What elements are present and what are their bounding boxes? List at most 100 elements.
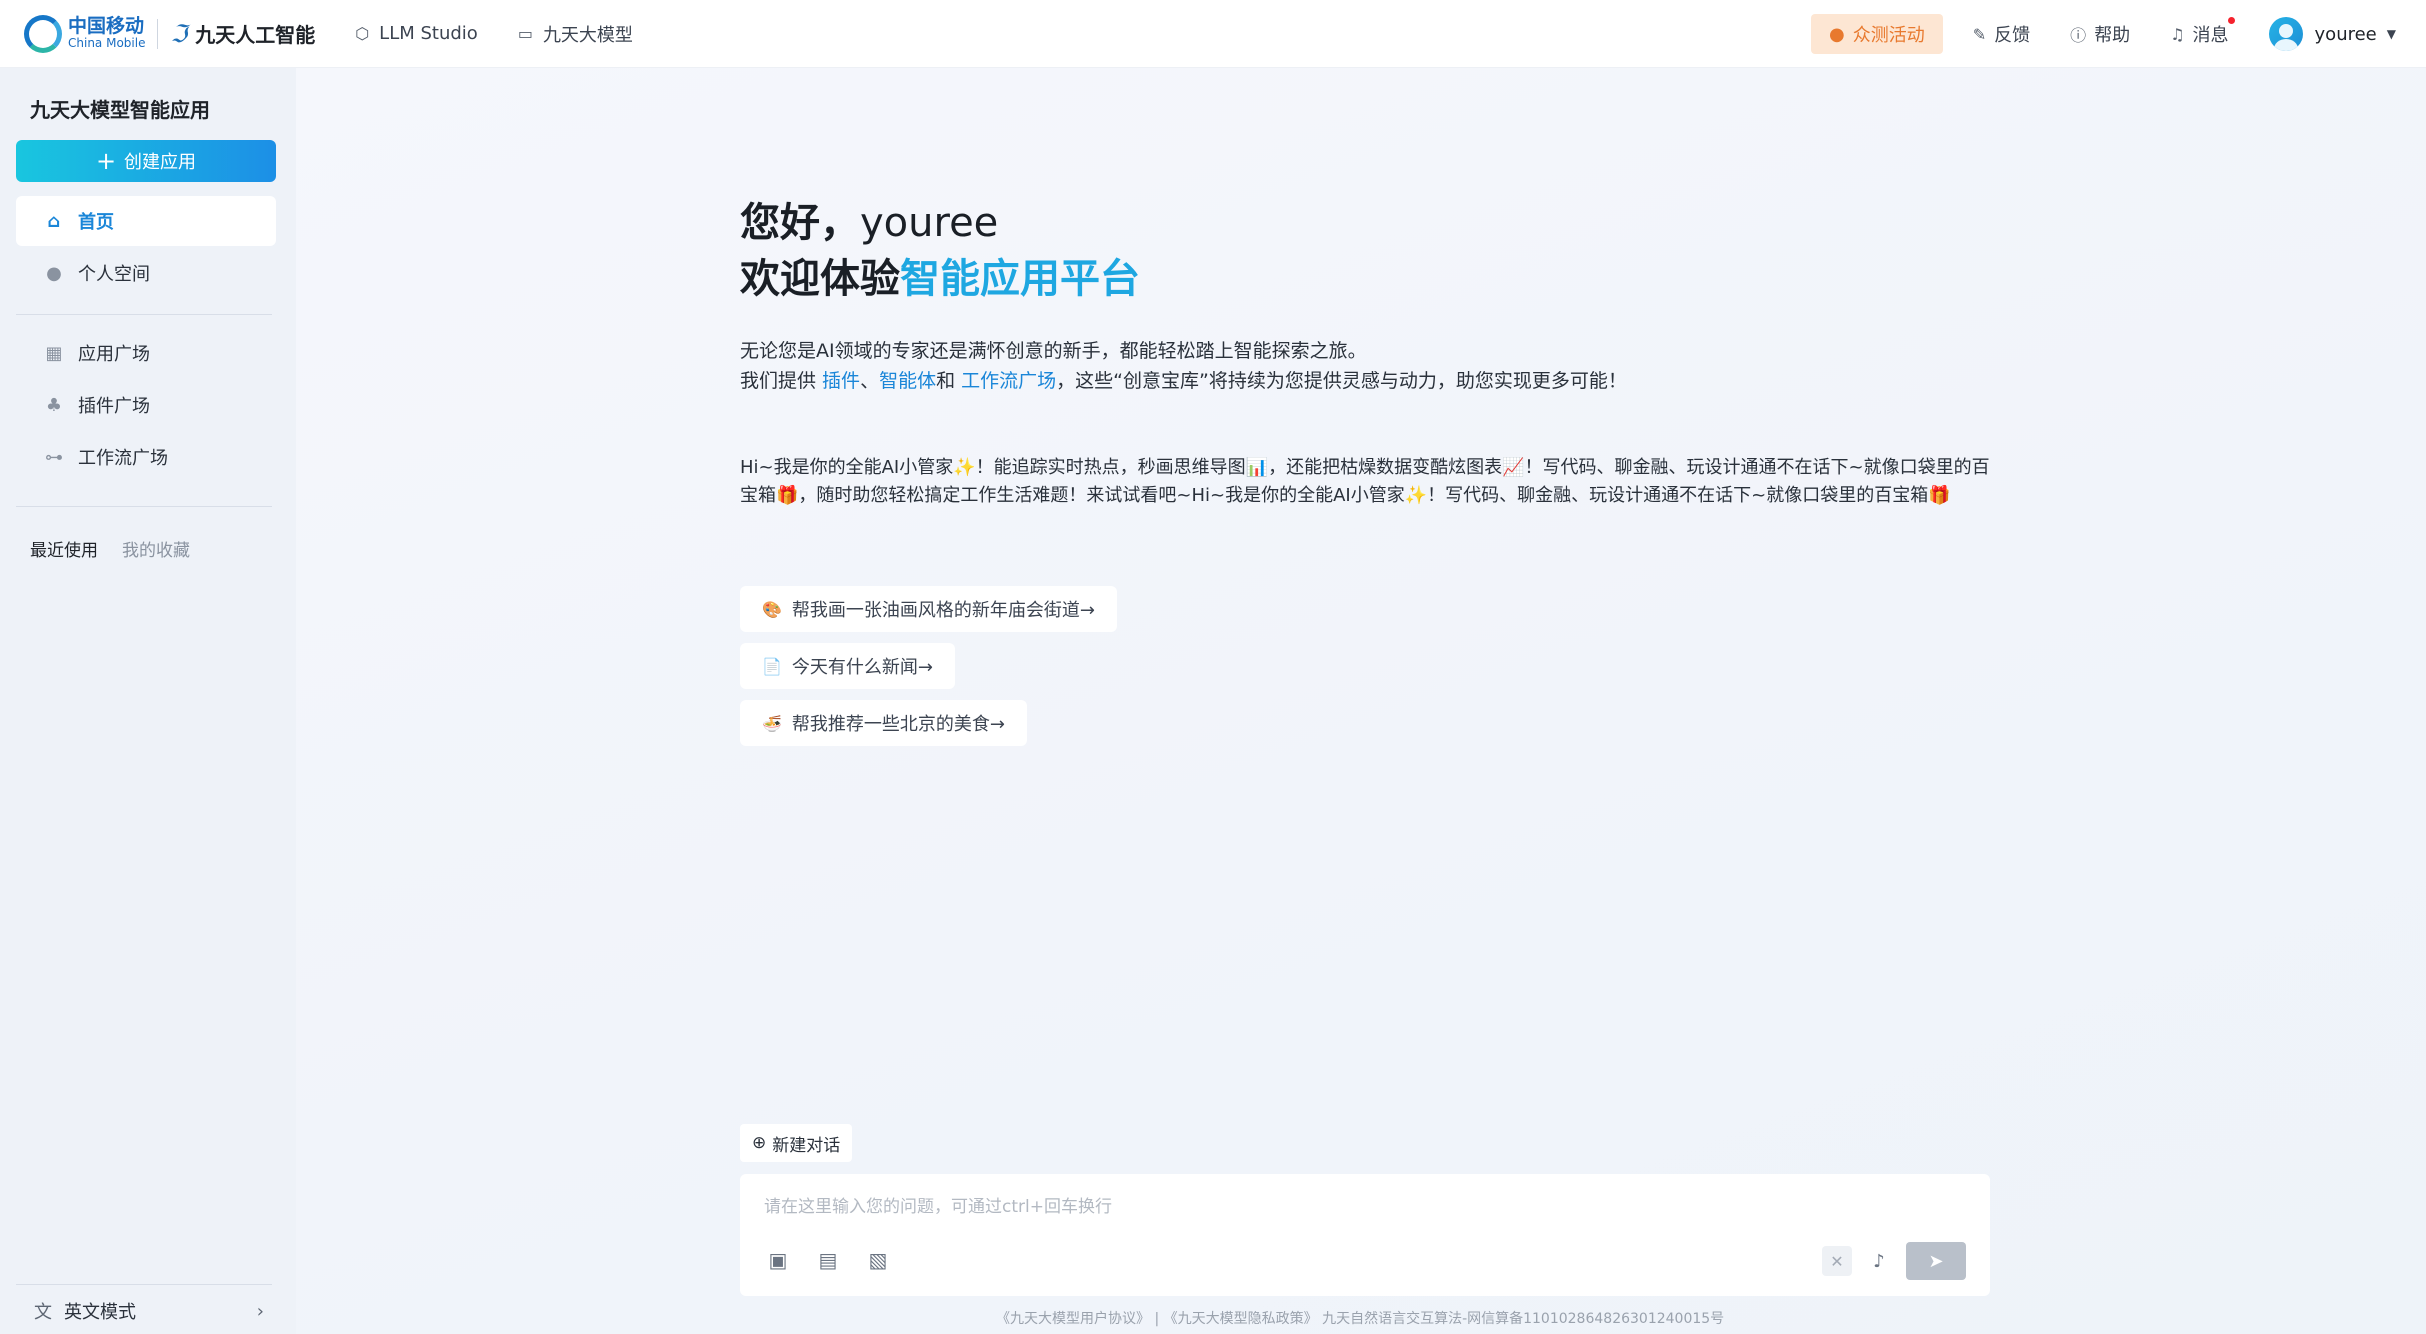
sparkle-icon: ✨ <box>953 457 976 478</box>
chevron-right-icon: › <box>256 1300 264 1322</box>
jiutian-logo[interactable]: ℑ 九天人工智能 <box>170 19 315 48</box>
intro-line2: 我们提供 插件、智能体和 工作流广场，这些“创意宝库”将持续为您提供灵感与动力，… <box>740 366 2040 396</box>
sidebar-item-label: 应用广场 <box>78 344 150 365</box>
assistant-text: ！写代码、聊金融、玩设计通通不在话下~就像口袋里的百宝箱 <box>1427 485 1929 506</box>
food-bowl-icon: 🍜 <box>762 713 782 733</box>
mute-icon[interactable]: ✕ <box>1822 1246 1852 1276</box>
palette-icon: 🎨 <box>762 599 782 619</box>
greeting-prefix: 您好， <box>740 200 860 246</box>
cube-icon: ⬡ <box>355 24 370 43</box>
monitor-icon: ▭ <box>517 24 533 43</box>
event-button[interactable]: ● 众测活动 <box>1811 14 1943 54</box>
sidebar-bottom-divider <box>16 1284 272 1285</box>
nav-llm-studio-label: LLM Studio <box>379 23 478 44</box>
gift-icon: 🎁 <box>776 485 799 506</box>
link-plugin[interactable]: 插件 <box>822 370 860 392</box>
help-label: 帮助 <box>2094 25 2131 46</box>
english-mode-toggle[interactable]: 文 英文模式 › <box>34 1298 264 1324</box>
user-menu[interactable]: youree ▼ <box>2268 17 2396 51</box>
new-chat-button[interactable]: ⊕ 新建对话 <box>740 1124 853 1162</box>
sidebar-item-personal-space[interactable]: ● 个人空间 <box>16 248 276 298</box>
nav-jiutian-model-label: 九天大模型 <box>542 24 633 46</box>
trend-icon: 📈 <box>1502 457 1525 478</box>
help-button[interactable]: ⓘ 帮助 <box>2070 21 2130 47</box>
feedback-button[interactable]: ✎ 反馈 <box>1973 21 2030 47</box>
jiutian-logo-icon: ℑ <box>170 19 188 48</box>
english-mode-label: 英文模式 <box>64 1302 136 1323</box>
chat-input-placeholder[interactable]: 请在这里输入您的问题，可通过ctrl+回车换行 <box>764 1192 1112 1217</box>
image-add-icon[interactable]: ▧ <box>864 1246 892 1274</box>
main-content: 您好，youree 欢迎体验智能应用平台 无论您是AI领域的专家还是满怀创意的新… <box>296 68 2426 1334</box>
username: youree <box>2314 23 2377 45</box>
sidebar-item-label: 工作流广场 <box>78 448 168 469</box>
welcome-title: 欢迎体验智能应用平台 <box>740 246 1140 304</box>
chat-bubble-icon: ● <box>1829 23 1845 45</box>
recent-tabs: 最近使用 我的收藏 <box>30 536 190 561</box>
event-label: 众测活动 <box>1852 25 1925 46</box>
sidebar-item-home[interactable]: ⌂ 首页 <box>16 196 276 246</box>
welcome-highlight: 智能应用平台 <box>900 256 1140 302</box>
sidebar-item-app-square[interactable]: ▦ 应用广场 <box>16 328 276 378</box>
assistant-text: ，随时助您轻松搞定工作生活难题！来试试看吧~Hi~我是你的全能AI小管家 <box>798 485 1405 506</box>
china-mobile-logo-icon <box>24 14 62 53</box>
suggestion-text: 帮我画一张油画风格的新年庙会街道→ <box>791 600 1096 621</box>
bell-icon: ♫ <box>2170 24 2185 44</box>
intro-text-part: 和 <box>936 370 962 392</box>
feedback-label: 反馈 <box>1994 25 2031 46</box>
microphone-icon[interactable]: ♪ <box>1864 1246 1894 1276</box>
chat-input-box[interactable]: 请在这里输入您的问题，可通过ctrl+回车换行 ▣ ▤ ▧ ✕ ♪ ➤ <box>740 1174 1990 1296</box>
suggestion-chip[interactable]: 🍜 帮我推荐一些北京的美食→ <box>740 700 1028 746</box>
china-mobile-logo[interactable]: 中国移动 China Mobile <box>24 14 145 53</box>
logo-divider <box>157 18 159 49</box>
home-icon: ⌂ <box>47 210 61 232</box>
welcome-prefix: 欢迎体验 <box>740 256 900 302</box>
sidebar-divider <box>16 314 272 315</box>
footer: 《九天大模型用户协议》 | 《九天大模型隐私政策》 九天自然语言交互算法-网信算… <box>996 1311 1725 1327</box>
avatar <box>2268 17 2303 51</box>
tab-recent[interactable]: 最近使用 <box>30 536 98 561</box>
send-button[interactable]: ➤ <box>1906 1242 1966 1280</box>
assistant-text: ！能追踪实时热点，秒画思维导图 <box>975 457 1246 478</box>
plus-circle-icon: ⊕ <box>752 1133 767 1153</box>
new-chat-label: 新建对话 <box>772 1135 841 1156</box>
assistant-intro: Hi~我是你的全能AI小管家✨！能追踪实时热点，秒画思维导图📊，还能把枯燥数据变… <box>740 454 1990 510</box>
link-workflow[interactable]: 工作流广场 <box>961 370 1056 392</box>
top-bar: 中国移动 China Mobile ℑ 九天人工智能 ⬡ LLM Studio … <box>0 0 2426 68</box>
message-button[interactable]: ♫ 消息 <box>2170 17 2236 47</box>
unread-dot <box>2228 17 2236 24</box>
sidebar-item-workflow-square[interactable]: ⊶ 工作流广场 <box>16 432 276 482</box>
link-agent[interactable]: 智能体 <box>879 370 936 392</box>
image-upload-icon[interactable]: ▣ <box>764 1246 792 1274</box>
suggestion-chip[interactable]: 🎨 帮我画一张油画风格的新年庙会街道→ <box>740 586 1118 632</box>
grid-icon: ▦ <box>45 342 63 364</box>
suggestion-chip[interactable]: 📄 今天有什么新闻→ <box>740 643 956 689</box>
brand-cn: 中国移动 <box>68 15 145 38</box>
create-app-label: 创建应用 <box>124 152 197 173</box>
nav-llm-studio[interactable]: ⬡ LLM Studio <box>355 23 478 44</box>
sidebar-title: 九天大模型智能应用 <box>30 98 210 122</box>
sidebar: 九天大模型智能应用 + 创建应用 ⌂ 首页 ● 个人空间 ▦ 应用广场 ♣ 插件… <box>0 68 296 1334</box>
create-app-button[interactable]: + 创建应用 <box>16 140 276 182</box>
tab-favorites[interactable]: 我的收藏 <box>122 536 190 561</box>
nav-jiutian-model[interactable]: ▭ 九天大模型 <box>518 21 633 47</box>
intro-line1: 无论您是AI领域的专家还是满怀创意的新手，都能轻松踏上智能探索之旅。 <box>740 340 1367 362</box>
sidebar-item-plugin-square[interactable]: ♣ 插件广场 <box>16 380 276 430</box>
translate-icon: 文 <box>34 1302 52 1323</box>
sidebar-item-label: 插件广场 <box>78 396 150 417</box>
workflow-icon: ⊶ <box>45 446 63 468</box>
assistant-text: ，还能把枯燥数据变酷炫图表 <box>1268 457 1503 478</box>
suggestion-text: 今天有什么新闻→ <box>791 657 934 678</box>
edit-note-icon: ✎ <box>1972 24 1987 44</box>
product-name: 九天人工智能 <box>195 23 316 47</box>
folder-upload-icon[interactable]: ▤ <box>814 1246 842 1274</box>
intro-text-part: 我们提供 <box>740 370 823 392</box>
message-label: 消息 <box>2192 25 2229 46</box>
send-icon: ➤ <box>1928 1250 1944 1272</box>
intro-text-part: ，这些“创意宝库”将持续为您提供灵感与动力，助您实现更多可能！ <box>1056 370 1627 392</box>
plus-icon: + <box>95 147 117 175</box>
chart-icon: 📊 <box>1245 457 1269 478</box>
sidebar-item-label: 首页 <box>78 212 114 233</box>
sparkle-icon: ✨ <box>1404 485 1428 506</box>
suggestion-text: 帮我推荐一些北京的美食→ <box>791 714 1006 735</box>
sidebar-item-label: 个人空间 <box>78 264 150 285</box>
